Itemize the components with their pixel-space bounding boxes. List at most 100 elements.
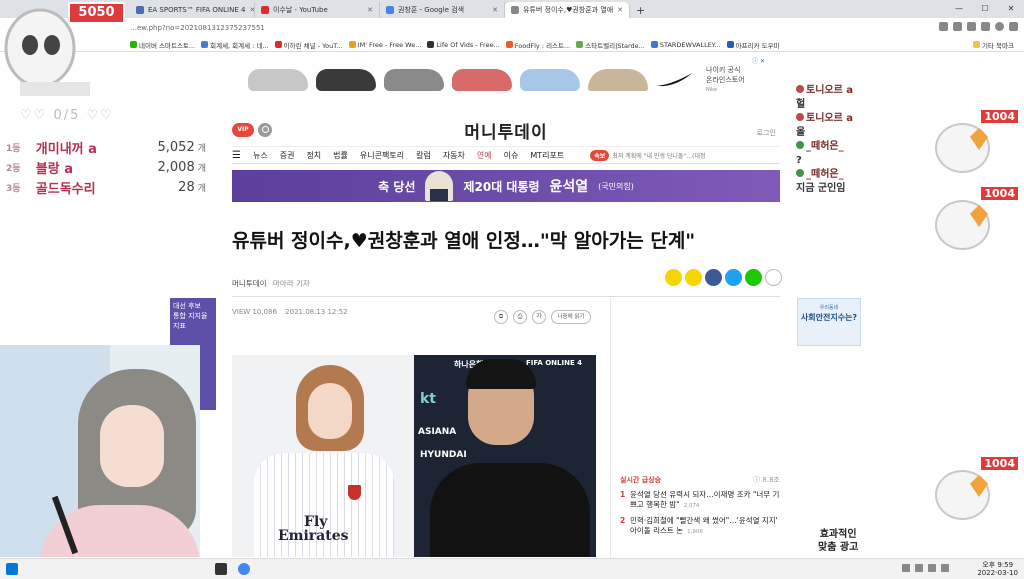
election-banner[interactable]: 축 당선 제20대 대통령 윤석열 (국민의힘) xyxy=(232,170,780,202)
bookmark-icon xyxy=(505,41,513,48)
facebook-share-icon[interactable] xyxy=(705,269,722,286)
twitter-share-icon[interactable] xyxy=(725,269,742,286)
nav-item[interactable]: 자동차 xyxy=(443,150,465,161)
nav-item[interactable]: 연예 xyxy=(477,150,492,161)
bookmark-item[interactable]: 아프리카 도우미 xyxy=(726,40,780,50)
chat-line: 헐 xyxy=(796,99,806,110)
photo-woman: Fly Emirates xyxy=(232,355,414,557)
nav-item[interactable]: 뉴스 xyxy=(253,150,268,161)
close-window-button[interactable]: ✕ xyxy=(998,0,1024,18)
chat-line: 올 xyxy=(796,127,806,138)
shoe-image xyxy=(314,60,378,100)
tab-strip: EA SPORTS™ FIFA ONLINE 4 ✕ 이수날 - YouTube… xyxy=(0,0,1024,18)
trending-title[interactable]: 실시간 급상승 xyxy=(620,475,661,485)
bookmark-item[interactable]: 스타트벨리|Starde... xyxy=(576,40,645,50)
article-source[interactable]: 머니투데이 xyxy=(232,279,267,288)
nike-ad-banner[interactable]: 나이키 공식 온라인스토어 Nike ⓘ ✕ xyxy=(232,55,767,105)
chat-line: 토니오르 a xyxy=(796,84,896,98)
breaking-news[interactable]: 속보 최저 계획에 "내 인생 단니돌"…(대정 xyxy=(590,149,706,161)
side-ad[interactable]: 우리동네 사회안전지수는? xyxy=(797,298,861,346)
print-icon[interactable]: ⎙ xyxy=(513,310,527,324)
fan-character: 1004 xyxy=(925,108,1020,180)
list-item[interactable]: 2 민혁·김희철에 "빨간색 왜 썼어"…'윤석열 지지' 아이돌 리스트 논1… xyxy=(620,516,780,537)
nav-item[interactable]: 이슈 xyxy=(504,150,519,161)
list-item[interactable]: 1 윤석열 당선 유력시 되자…이재명 조카 "너무 기쁘고 행복한 밤" 2,0… xyxy=(620,490,780,511)
copy-icon[interactable]: ⧉ xyxy=(494,310,508,324)
font-size-button[interactable]: 가 xyxy=(532,310,546,324)
photo-man: kt ASIANA HYUNDAI 하나은행 FIFA ONLINE 4 xyxy=(414,355,596,557)
more-share-icon[interactable] xyxy=(765,269,782,286)
bookmark-icon xyxy=(427,41,435,48)
nav-item[interactable]: 증권 xyxy=(280,150,295,161)
tab-fifa[interactable]: EA SPORTS™ FIFA ONLINE 4 ✕ xyxy=(130,2,255,18)
right-ad-text: 효과적인 맞춤 광고 xyxy=(818,529,859,553)
vip-button[interactable]: VIP xyxy=(232,123,254,137)
extension-icon[interactable] xyxy=(939,22,948,31)
volume-icon[interactable] xyxy=(941,564,949,572)
chrome-icon[interactable] xyxy=(238,563,250,575)
article-headline: 유튜버 정이수,♥권창훈과 열애 인정…"막 알아가는 단계" xyxy=(232,230,696,252)
extension-icon[interactable] xyxy=(981,22,990,31)
nav-item[interactable]: 정치 xyxy=(306,150,321,161)
menu-icon[interactable]: ☰ xyxy=(232,150,241,161)
article-reporter[interactable]: 마아라 기자 xyxy=(273,279,310,288)
bookmark-item[interactable]: FoodFly : 리스트... xyxy=(505,40,570,50)
kakaostory-share-icon[interactable] xyxy=(685,269,702,286)
chat-line: 토니오르 a xyxy=(796,112,896,126)
breaking-text: 최저 계획에 "내 인생 단니돌"…(대정 xyxy=(612,152,706,160)
kakaotalk-share-icon[interactable] xyxy=(665,269,682,286)
bookmark-item[interactable]: Life Of Vids - Free... xyxy=(427,41,500,49)
site-logo[interactable]: 머니투데이 xyxy=(232,118,780,143)
close-icon[interactable]: ✕ xyxy=(492,6,498,14)
nav-item[interactable]: MT리포트 xyxy=(530,150,564,161)
maximize-button[interactable]: ☐ xyxy=(972,0,998,18)
fan-character: 1004 xyxy=(925,185,1020,257)
address-bar[interactable]: …ew.php?no=2021081312375237551 xyxy=(0,18,1024,38)
bookmark-item[interactable]: IM' Free - Free We... xyxy=(348,41,421,49)
bookmark-icon xyxy=(348,41,356,48)
tab-article[interactable]: 유튜버 정이수,♥권창훈과 열애 ✕ xyxy=(505,2,630,18)
tray-icon[interactable] xyxy=(915,564,923,572)
share-buttons xyxy=(665,269,782,286)
ad-text: 나이키 공식 온라인스토어 Nike xyxy=(706,66,745,93)
naver-share-icon[interactable] xyxy=(745,269,762,286)
article-meta: VIEW 10,086 2021.08.13 12:52 xyxy=(232,308,348,316)
nav-item[interactable]: 유니콘팩토리 xyxy=(360,150,404,161)
tab-youtube[interactable]: 이수날 - YouTube ✕ xyxy=(255,2,380,18)
youtube-icon xyxy=(274,41,282,48)
extension-icon[interactable] xyxy=(953,22,962,31)
naver-icon xyxy=(130,41,137,48)
bookmark-item[interactable]: 회계세, 회계세 : 네... xyxy=(201,40,269,50)
menu-icon[interactable] xyxy=(1009,22,1018,31)
url-text[interactable]: …ew.php?no=2021081312375237551 xyxy=(130,24,265,32)
tray-icon[interactable] xyxy=(902,564,910,572)
hearts-indicator: ♡♡ 0/5 ♡♡ xyxy=(20,108,114,123)
tab-google[interactable]: 권창훈 - Google 검색 ✕ xyxy=(380,2,505,18)
nike-swoosh-icon xyxy=(656,73,692,87)
shoe-image xyxy=(450,60,514,100)
bookmark-item[interactable]: 이하린 채널 - YouT... xyxy=(274,40,343,50)
bookmark-item[interactable]: 네이버 스마트스토... xyxy=(130,40,195,50)
login-link[interactable]: 로그인 xyxy=(757,128,776,138)
taskbar: 오후 9:59 2022-03-10 xyxy=(0,558,1024,579)
read-later-button[interactable]: 나중에 읽기 xyxy=(551,310,591,324)
new-tab-button[interactable]: + xyxy=(630,2,651,18)
clock[interactable]: 오후 9:59 2022-03-10 xyxy=(977,561,1018,577)
close-icon[interactable]: ✕ xyxy=(367,6,373,14)
profile-avatar[interactable] xyxy=(995,22,1004,31)
fifa-icon xyxy=(136,6,144,14)
other-bookmarks[interactable]: 기타 북마크 xyxy=(973,40,1014,50)
close-icon[interactable]: ✕ xyxy=(617,6,623,14)
search-icon[interactable] xyxy=(258,123,272,137)
windows-start-icon[interactable] xyxy=(6,563,18,575)
chat-line: _떼허은_ xyxy=(796,168,896,182)
nav-item[interactable]: 칼럼 xyxy=(416,150,431,161)
nav-item[interactable]: 법률 xyxy=(333,150,348,161)
extension-icon[interactable] xyxy=(967,22,976,31)
minimize-button[interactable]: — xyxy=(946,0,972,18)
ad-info-icon[interactable]: ⓘ ✕ xyxy=(752,56,765,65)
bookmark-item[interactable]: STARDEWVALLEY... xyxy=(650,41,721,49)
breaking-badge: 속보 xyxy=(590,149,610,161)
network-icon[interactable] xyxy=(928,564,936,572)
app-icon[interactable] xyxy=(215,563,227,575)
